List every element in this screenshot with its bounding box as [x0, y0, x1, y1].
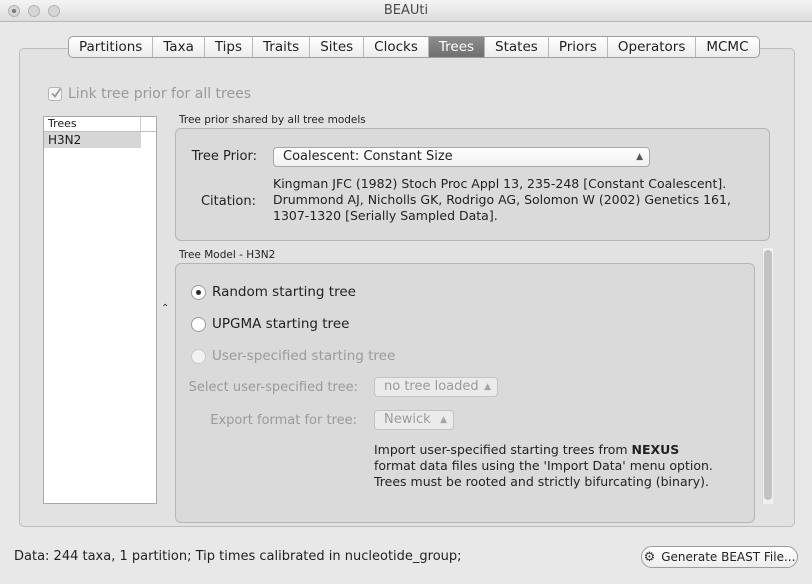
window-title: BEAUti	[383, 3, 429, 18]
radio-empty-icon	[191, 348, 206, 364]
tab-mcmc[interactable]: MCMC	[696, 37, 758, 57]
upgma-starting-tree-label: UPGMA starting tree	[212, 316, 350, 332]
info-line: Trees must be rooted and strictly bifurc…	[374, 474, 709, 489]
tab-clocks[interactable]: Clocks	[364, 37, 429, 57]
upgma-starting-tree-radio[interactable]: UPGMA starting tree	[191, 316, 349, 332]
citation-label: Citation:	[200, 194, 256, 209]
export-format-label: Export format for tree:	[210, 413, 357, 428]
select-user-tree-select[interactable]: no tree loaded ▲	[374, 377, 498, 397]
tree-prior-group-title: Tree prior shared by all tree models	[179, 114, 366, 126]
trees-list-header[interactable]: Trees	[44, 117, 156, 132]
title-bar: BEAUti	[0, 0, 812, 22]
collapse-arrow-icon[interactable]: ⌃	[161, 303, 169, 314]
info-line: Import user-specified starting trees fro…	[374, 442, 632, 457]
status-text: Data: 244 taxa, 1 partition; Tip times c…	[14, 549, 462, 564]
scrollbar-thumb[interactable]	[764, 250, 772, 500]
trees-list[interactable]: Trees H3N2	[43, 116, 157, 504]
trees-column-label: Trees	[48, 117, 77, 130]
link-tree-prior-label: Link tree prior for all trees	[68, 86, 252, 102]
tab-taxa[interactable]: Taxa	[153, 37, 205, 57]
random-starting-tree-label: Random starting tree	[212, 284, 356, 300]
import-info-text: Import user-specified starting trees fro…	[374, 442, 713, 490]
random-starting-tree-radio[interactable]: Random starting tree	[191, 284, 356, 300]
tab-partitions[interactable]: Partitions	[69, 37, 154, 57]
tab-operators[interactable]: Operators	[608, 37, 697, 57]
tree-prior-value: Coalescent: Constant Size	[283, 149, 453, 164]
citation-line: 1307-1320 [Serially Sampled Data].	[273, 208, 498, 223]
tab-states[interactable]: States	[485, 37, 549, 57]
tree-prior-label: Tree Prior:	[191, 149, 257, 164]
popup-arrows-icon: ▲	[484, 382, 491, 392]
tab-bar: Partitions Taxa Tips Traits Sites Clocks…	[68, 36, 760, 58]
export-format-value: Newick	[384, 412, 431, 427]
gear-icon: ⚙	[643, 549, 656, 565]
citation-text: Kingman JFC (1982) Stoch Proc Appl 13, 2…	[273, 176, 753, 224]
citation-line: Kingman JFC (1982) Stoch Proc Appl 13, 2…	[273, 176, 727, 191]
list-item[interactable]: H3N2	[44, 132, 141, 148]
popup-arrows-icon: ▲	[636, 152, 643, 162]
tab-tips[interactable]: Tips	[205, 37, 254, 57]
select-user-tree-label: Select user-specified tree:	[188, 380, 358, 395]
tab-priors[interactable]: Priors	[549, 37, 608, 57]
generate-beast-file-button[interactable]: ⚙ Generate BEAST File...	[641, 546, 798, 568]
radio-selected-icon	[191, 284, 206, 300]
tree-prior-select[interactable]: Coalescent: Constant Size ▲	[273, 147, 650, 167]
tab-trees[interactable]: Trees	[428, 37, 486, 57]
tab-traits[interactable]: Traits	[253, 37, 311, 57]
column-divider	[140, 117, 141, 131]
user-specified-starting-tree-label: User-specified starting tree	[212, 348, 396, 364]
tab-sites[interactable]: Sites	[310, 37, 365, 57]
popup-arrows-icon: ▲	[440, 415, 447, 425]
info-bold: NEXUS	[631, 442, 680, 457]
user-specified-starting-tree-radio[interactable]: User-specified starting tree	[191, 348, 395, 364]
link-tree-prior-checkbox[interactable]: Link tree prior for all trees	[48, 86, 251, 102]
export-format-select[interactable]: Newick ▲	[374, 410, 454, 430]
generate-beast-file-label: Generate BEAST File...	[661, 550, 796, 564]
select-user-tree-value: no tree loaded	[384, 379, 479, 394]
radio-empty-icon	[191, 316, 206, 332]
checkmark-icon	[48, 87, 62, 101]
citation-line: Drummond AJ, Nicholls GK, Rodrigo AG, So…	[273, 192, 731, 207]
info-line: format data files using the 'Import Data…	[374, 458, 713, 473]
